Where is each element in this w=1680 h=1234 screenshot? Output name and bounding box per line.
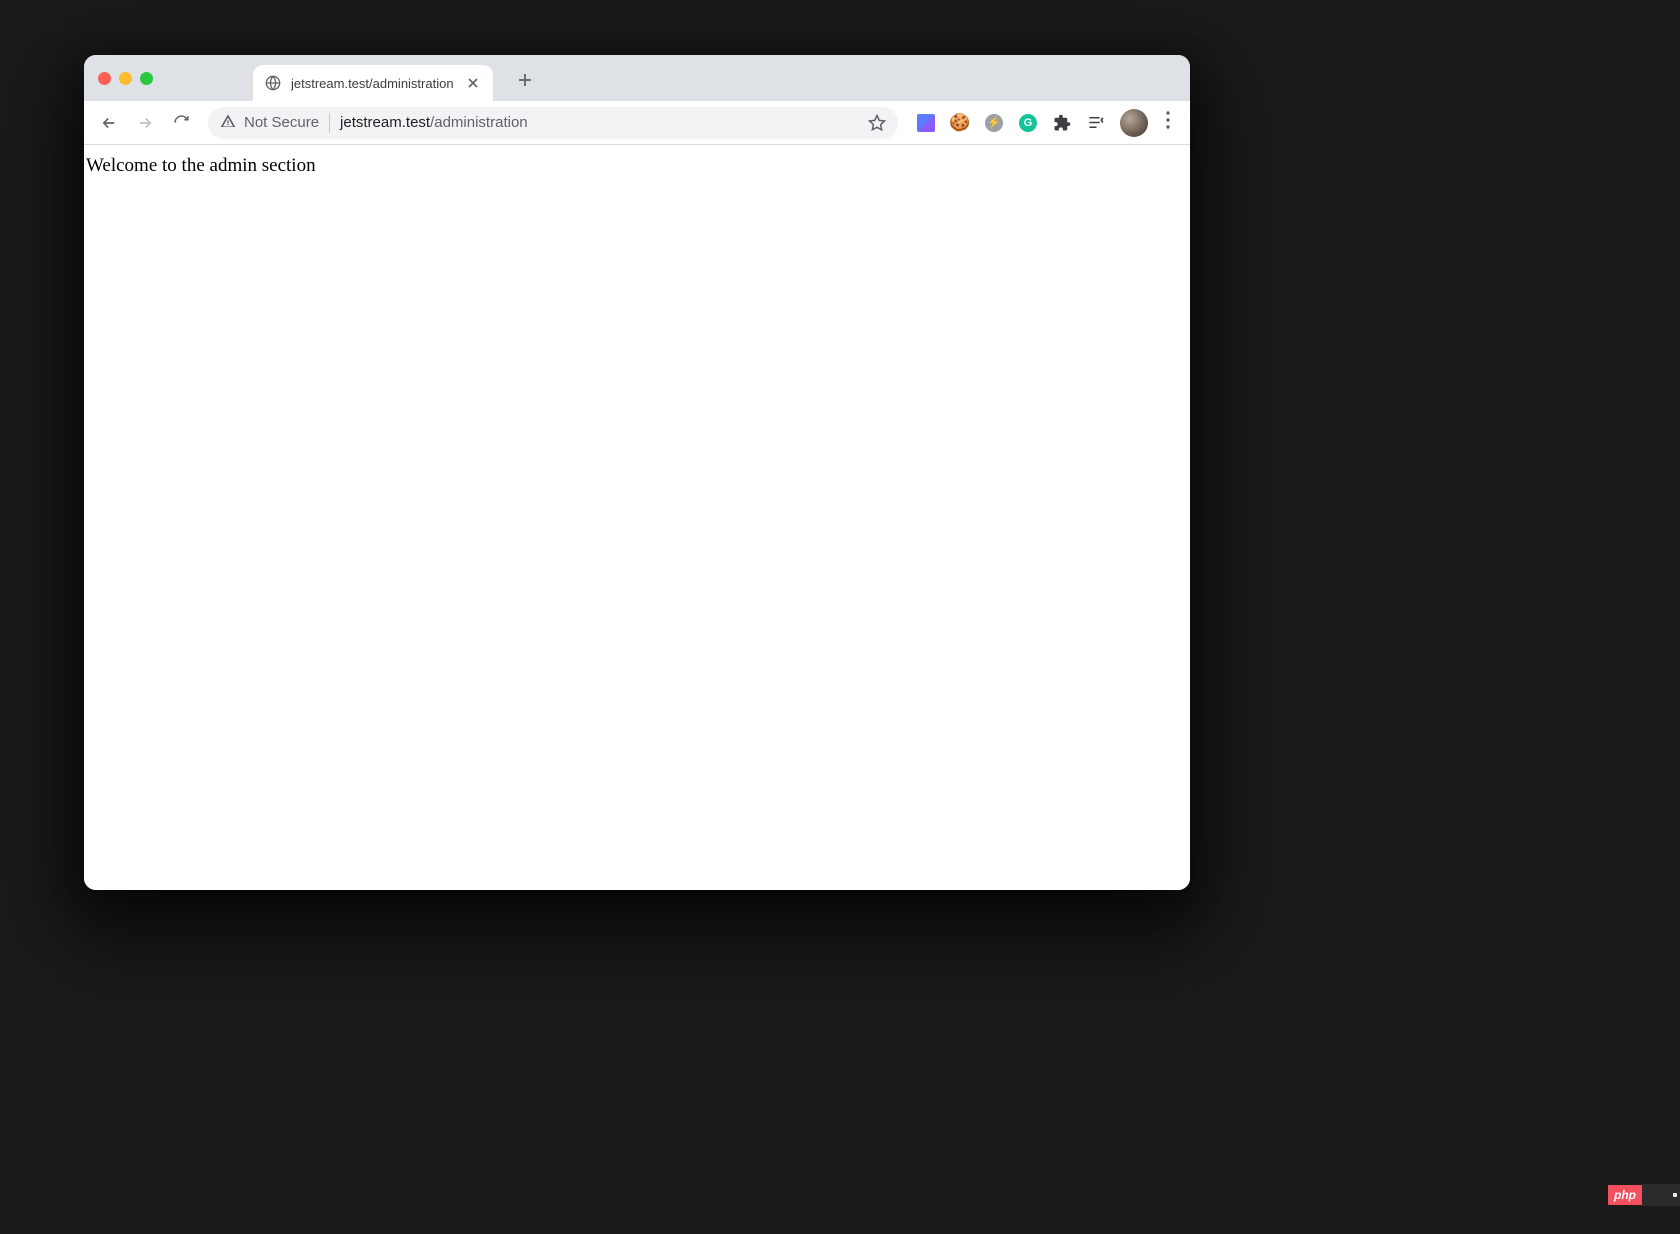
watermark: php xyxy=(1608,1184,1680,1206)
reload-button[interactable] xyxy=(166,108,196,138)
security-indicator[interactable]: Not Secure xyxy=(220,113,330,133)
browser-menu-button[interactable] xyxy=(1162,111,1174,134)
page-body-text: Welcome to the admin section xyxy=(84,155,1190,177)
warning-icon xyxy=(220,113,236,133)
browser-toolbar: Not Secure jetstream.test/administration… xyxy=(84,101,1190,145)
url-display: jetstream.test/administration xyxy=(340,114,528,131)
tab-strip: jetstream.test/administration xyxy=(84,55,1190,101)
maximize-window-button[interactable] xyxy=(140,72,153,85)
extension-square-icon[interactable] xyxy=(916,113,936,133)
browser-tab[interactable]: jetstream.test/administration xyxy=(253,65,493,101)
security-label: Not Secure xyxy=(244,114,319,131)
page-content: Welcome to the admin section xyxy=(84,145,1190,890)
watermark-tail-icon xyxy=(1642,1184,1680,1206)
bookmark-button[interactable] xyxy=(868,114,886,132)
watermark-label: php xyxy=(1608,1185,1642,1205)
url-path: /administration xyxy=(430,114,528,131)
new-tab-button[interactable] xyxy=(511,66,539,94)
minimize-window-button[interactable] xyxy=(119,72,132,85)
window-controls xyxy=(98,72,153,85)
browser-window: jetstream.test/administration xyxy=(84,55,1190,890)
url-host: jetstream.test xyxy=(340,114,430,131)
close-window-button[interactable] xyxy=(98,72,111,85)
extension-cookie-icon[interactable]: 🍪 xyxy=(950,113,970,133)
extension-bolt-icon[interactable]: ⚡ xyxy=(984,113,1004,133)
close-tab-button[interactable] xyxy=(465,75,481,91)
extensions-menu-button[interactable] xyxy=(1052,113,1072,133)
back-button[interactable] xyxy=(94,108,124,138)
profile-avatar[interactable] xyxy=(1120,109,1148,137)
tab-title: jetstream.test/administration xyxy=(291,76,455,91)
extension-grammarly-icon[interactable]: G xyxy=(1018,113,1038,133)
extension-bar: 🍪 ⚡ G xyxy=(910,109,1180,137)
globe-icon xyxy=(265,75,281,91)
reading-list-button[interactable] xyxy=(1086,113,1106,133)
forward-button[interactable] xyxy=(130,108,160,138)
address-bar[interactable]: Not Secure jetstream.test/administration xyxy=(208,107,898,139)
